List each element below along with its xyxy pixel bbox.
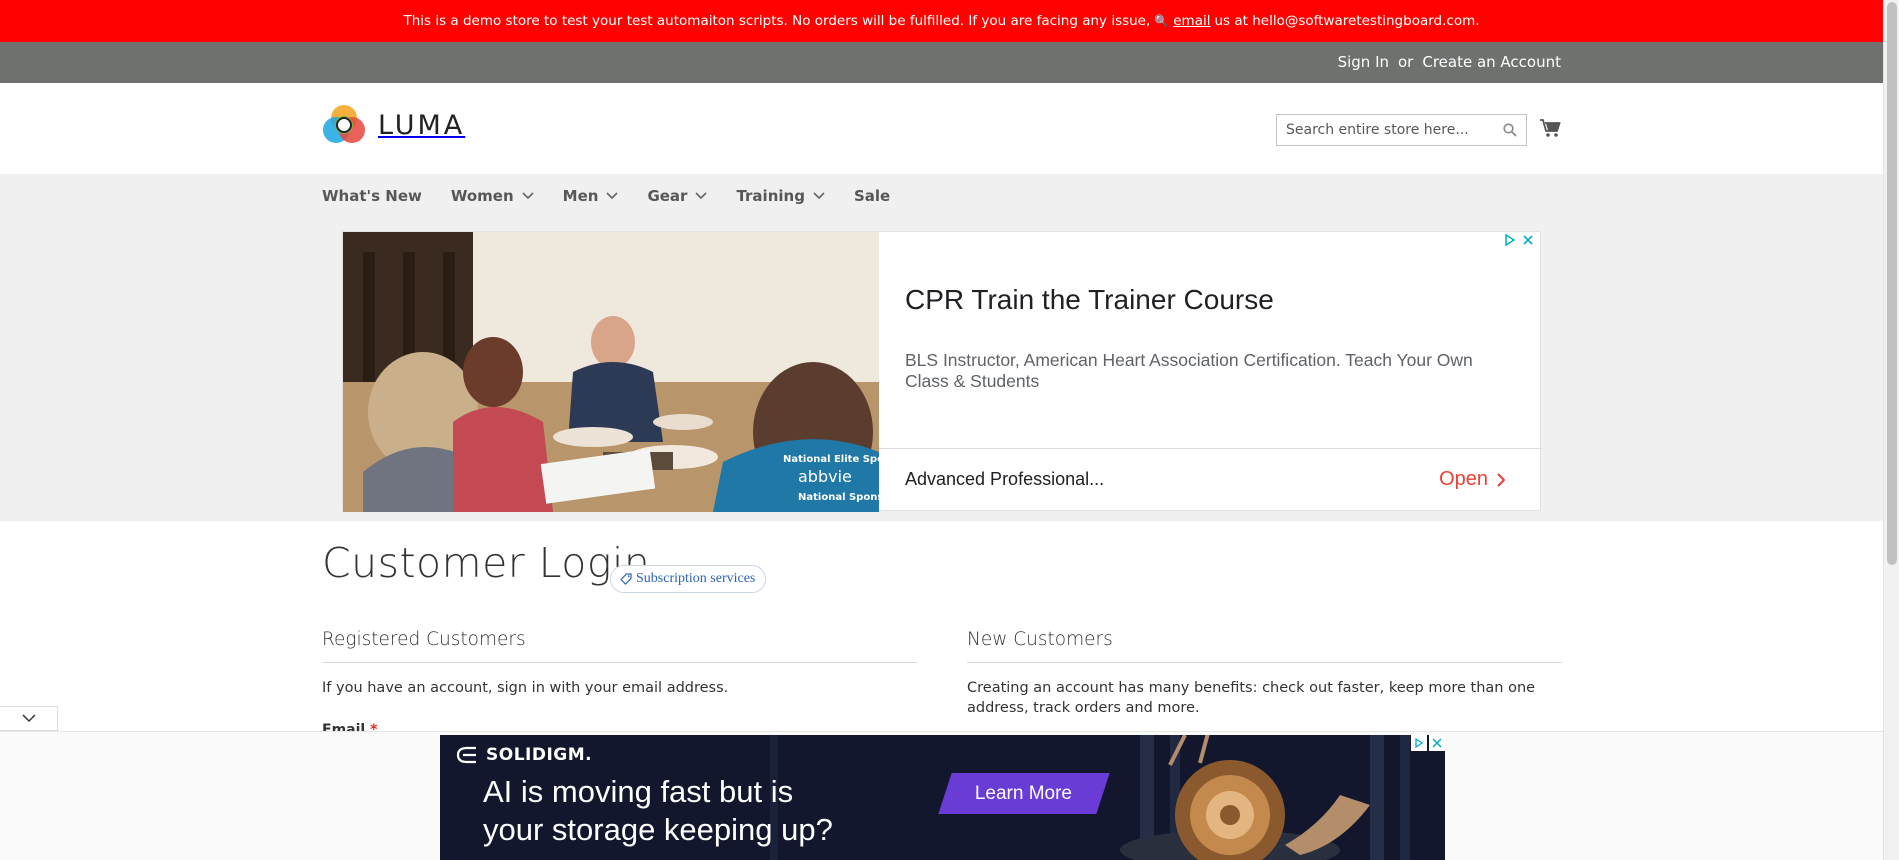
search-input[interactable]: [1277, 115, 1487, 145]
nav-label: Men: [562, 187, 599, 205]
registered-customers-title: Registered Customers: [322, 629, 917, 663]
nav-item-sale[interactable]: Sale: [854, 187, 890, 205]
close-icon[interactable]: [1522, 234, 1534, 246]
notice-text: This is a demo store to test your test a…: [403, 13, 1151, 29]
cart-icon[interactable]: [1539, 117, 1561, 139]
new-customers-text: Creating an account has many benefits: c…: [967, 680, 1536, 716]
vertical-scrollbar[interactable]: [1883, 0, 1899, 860]
nav-label: Women: [450, 187, 514, 205]
nav-label: Sale: [853, 187, 891, 205]
new-customers-block: New Customers Creating an account has ma…: [967, 629, 1562, 718]
page: This is a demo store to test your test a…: [0, 0, 1883, 860]
chevron-down-icon: [695, 192, 708, 200]
anchor-ad[interactable]: SOLIDIGM. AI is moving fast but is your …: [440, 735, 1445, 860]
luma-logo[interactable]: LUMA: [322, 103, 465, 147]
cpr-class-photo: National Elite Sponsor abbvie National S…: [343, 232, 879, 512]
ad-open-label: Open: [1439, 468, 1488, 490]
sign-in-link[interactable]: Sign In: [1338, 53, 1389, 71]
search-icon[interactable]: [1503, 123, 1517, 137]
email-link[interactable]: email: [1173, 13, 1210, 29]
ad-image[interactable]: National Elite Sponsor abbvie National S…: [343, 232, 879, 512]
ad-headline: AI is moving fast but is your storage ke…: [483, 773, 833, 849]
ad-footer[interactable]: Advanced Professional... Open: [879, 448, 1542, 512]
header: LUMA: [0, 83, 1883, 174]
search-box: [1276, 114, 1527, 146]
tag-icon: [620, 573, 632, 585]
registered-customers-text: If you have an account, sign in with you…: [322, 680, 729, 696]
ad-collapse-toggle[interactable]: [0, 706, 58, 731]
shirt-text: abbvie: [798, 467, 852, 486]
chevron-down-icon: [813, 192, 825, 200]
brand-text: SOLIDIGM.: [486, 745, 593, 765]
registered-customers-block: Registered Customers If you have an acco…: [322, 629, 917, 698]
create-account-link[interactable]: Create an Account: [1422, 53, 1561, 71]
ad-description: BLS Instructor, American Heart Associati…: [905, 350, 1473, 391]
new-customers-title: New Customers: [967, 629, 1562, 663]
nav-label: Gear: [647, 187, 688, 205]
or-separator: or: [1398, 53, 1414, 71]
nav-label: Training: [736, 187, 805, 205]
nav-item-training[interactable]: Training: [736, 187, 825, 205]
close-icon[interactable]: [1429, 735, 1445, 751]
ad-open-button[interactable]: Open: [1439, 468, 1506, 491]
scrollbar-thumb[interactable]: [1887, 2, 1897, 565]
solidigm-logo: SOLIDIGM.: [454, 745, 592, 765]
nav-item-men[interactable]: Men: [563, 187, 619, 205]
ad-title[interactable]: CPR Train the Trainer Course: [905, 284, 1274, 316]
demo-notice-bar: This is a demo store to test your test a…: [0, 0, 1883, 42]
learn-more-button[interactable]: Learn More: [938, 773, 1110, 814]
nav-item-whats-new[interactable]: What's New: [322, 187, 422, 205]
chevron-down-icon: [606, 192, 619, 200]
badge-label: Subscription services: [636, 571, 756, 586]
ad-banner[interactable]: National Elite Sponsor abbvie National S…: [342, 231, 1542, 512]
anchor-ad-choices[interactable]: [1411, 735, 1445, 751]
nav-label: What's New: [322, 187, 422, 205]
chevron-down-icon: [522, 192, 534, 200]
cta-label: Learn More: [975, 782, 1073, 804]
page-title: Customer Login: [322, 539, 651, 587]
luma-logo-icon: [323, 105, 365, 143]
shirt-text: National Elite Sponsor: [783, 454, 879, 465]
ad-footer-text: Advanced Professional...: [905, 469, 1105, 489]
chevron-down-icon: [21, 714, 36, 723]
headline-line: your storage keeping up?: [483, 812, 833, 847]
ad-choices-icon[interactable]: [1504, 234, 1516, 246]
account-bar: Sign In or Create an Account: [0, 42, 1883, 83]
shirt-text: National Sponsors: [798, 492, 879, 503]
ad-choices-icon[interactable]: [1411, 735, 1427, 751]
logo-text: LUMA: [378, 109, 466, 141]
ad-choices[interactable]: [1504, 234, 1534, 246]
nav-item-gear[interactable]: Gear: [647, 187, 708, 205]
chevron-right-icon: [1497, 472, 1506, 487]
key-icon: 🔍: [1154, 14, 1170, 28]
solidigm-logo-icon: [456, 746, 476, 764]
nav-item-women[interactable]: Women: [451, 187, 534, 205]
notice-text-after: us at hello@softwaretestingboard.com.: [1214, 13, 1480, 29]
main-navigation: What's New Women Men Gear Training Sale: [322, 187, 919, 205]
subscription-badge[interactable]: Subscription services: [610, 565, 767, 593]
headline-line: AI is moving fast but is: [483, 774, 794, 809]
